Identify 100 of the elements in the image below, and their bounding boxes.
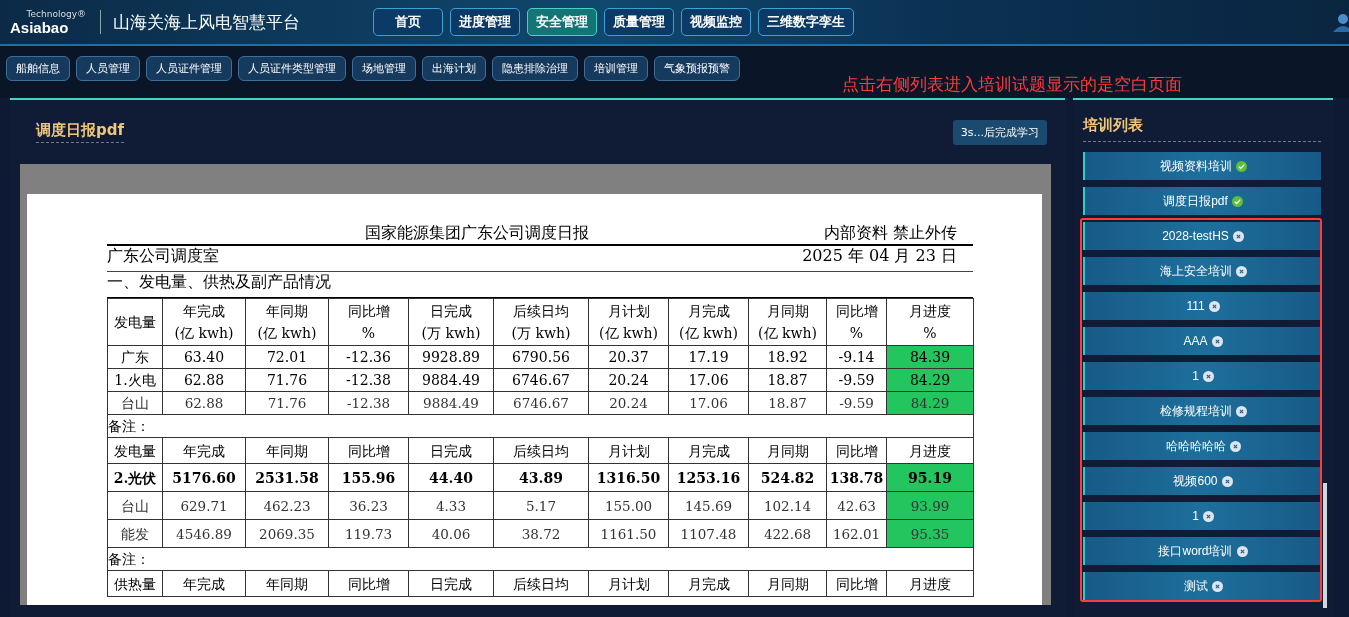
table-cell: 20.24 [588, 368, 669, 392]
table-cell: 629.71 [162, 491, 246, 520]
table-header-cell: 年完成 (亿 kwh) [162, 298, 246, 346]
training-item[interactable]: 接口word培训 [1083, 537, 1321, 565]
table-header-cell: 年完成 [162, 570, 246, 597]
table-cell: -9.59 [826, 391, 887, 415]
training-item[interactable]: 调度日报pdf [1083, 187, 1321, 215]
table-cell: 138.78 [826, 463, 887, 492]
table-cell: 1161.50 [588, 519, 669, 548]
table-cell: -9.14 [826, 345, 887, 369]
table-header-cell: 日完成 [408, 570, 494, 597]
table-header-cell: 发电量 [107, 298, 163, 346]
table-header-cell: 月同期 [748, 570, 827, 597]
table-header-cell: 同比增 % [328, 298, 409, 346]
subnav-tab[interactable]: 场地管理 [352, 56, 416, 81]
table-header-cell: 月完成 [668, 437, 749, 464]
section-heading: 一、发电量、供热及副产品情况 [107, 272, 331, 291]
training-item[interactable]: AAA [1083, 327, 1321, 355]
table-header-cell: 月同期 [748, 437, 827, 464]
training-item[interactable]: 视频600 [1083, 467, 1321, 495]
table-cell: 17.06 [668, 391, 749, 415]
training-item[interactable]: 1 [1083, 362, 1321, 390]
table-cell: 18.92 [748, 345, 827, 369]
table-cell: 5176.60 [162, 463, 246, 492]
table-cell: 6746.67 [493, 391, 589, 415]
nav-tab[interactable]: 质量管理 [604, 8, 674, 36]
nav-tab[interactable]: 进度管理 [450, 8, 520, 36]
table-cell: 18.87 [748, 391, 827, 415]
table-cell: 1316.50 [588, 463, 669, 492]
table-cell: 62.88 [162, 391, 246, 415]
table-cell: 95.35 [886, 519, 974, 548]
note-cell: 备注： [107, 547, 974, 571]
timer-button[interactable]: 3s...后完成学习 [952, 119, 1047, 145]
table-cell: 462.23 [245, 491, 329, 520]
note-cell: 备注： [107, 414, 974, 438]
scrollbar-thumb[interactable] [1323, 483, 1327, 608]
document-title: 国家能源集团广东公司调度日报 [365, 223, 589, 244]
table-cell: 9928.89 [408, 345, 494, 369]
subnav-tab[interactable]: 气象预报预警 [654, 56, 740, 81]
table-cell: 18.87 [748, 368, 827, 392]
training-item[interactable]: 111 [1083, 292, 1321, 320]
subnav-tab[interactable]: 船舶信息 [6, 56, 70, 81]
table-cell: 162.01 [826, 519, 887, 548]
table-cell: -12.38 [328, 368, 409, 392]
training-item[interactable]: 2028-testHS [1083, 222, 1321, 250]
table-cell: 42.63 [826, 491, 887, 520]
table-cell: 62.88 [162, 368, 246, 392]
table-cell: 44.40 [408, 463, 494, 492]
training-item[interactable]: 哈哈哈哈哈 [1083, 432, 1321, 460]
table-cell: 6746.67 [493, 368, 589, 392]
subnav-tab[interactable]: 隐患排除治理 [492, 56, 578, 81]
training-item[interactable]: 测试 [1083, 572, 1321, 600]
table-header-cell: 同比增 [826, 570, 887, 597]
training-item[interactable]: 海上安全培训 [1083, 257, 1321, 285]
training-item[interactable]: 视频资料培训 [1083, 152, 1321, 180]
table-cell: 17.19 [668, 345, 749, 369]
subnav-tab[interactable]: 出海计划 [422, 56, 486, 81]
table-cell: 5.17 [493, 491, 589, 520]
table-cell: 71.76 [245, 391, 329, 415]
table-header-cell: 日完成 [408, 437, 494, 464]
table-cell: 155.96 [328, 463, 409, 492]
table-cell: 93.99 [886, 491, 974, 520]
nav-tab[interactable]: 首页 [373, 8, 443, 36]
table-cell: 2069.35 [245, 519, 329, 548]
nav-tab[interactable]: 三维数字孪生 [758, 8, 854, 36]
table-header-cell: 后续日均 [493, 570, 589, 597]
subnav-tab[interactable]: 人员证件管理 [146, 56, 232, 81]
table-cell: 17.06 [668, 368, 749, 392]
table-header-cell: 月同期 (亿 kwh) [748, 298, 827, 346]
panel-title: 调度日报pdf [36, 121, 124, 143]
training-item[interactable]: 检修规程培训 [1083, 397, 1321, 425]
table-header-cell: 月进度 [886, 570, 974, 597]
table-cell: 4546.89 [162, 519, 246, 548]
nav-tab[interactable]: 视频监控 [681, 8, 751, 36]
subnav-tab[interactable]: 人员证件类型管理 [238, 56, 346, 81]
table-header-cell: 月进度 [886, 437, 974, 464]
table-cell: 1107.48 [668, 519, 749, 548]
table-header-cell: 年同期 (亿 kwh) [245, 298, 329, 346]
subnav-tab[interactable]: 培训管理 [584, 56, 648, 81]
table-header-cell: 月计划 (亿 kwh) [588, 298, 669, 346]
table-cell: 422.68 [748, 519, 827, 548]
table-cell: -9.59 [826, 368, 887, 392]
table-cell: 71.76 [245, 368, 329, 392]
table-cell: 145.69 [668, 491, 749, 520]
table-cell: 20.24 [588, 391, 669, 415]
table-cell: 63.40 [162, 345, 246, 369]
training-item[interactable]: 1 [1083, 502, 1321, 530]
table-cell: 2531.58 [245, 463, 329, 492]
subnav-tab[interactable]: 人员管理 [76, 56, 140, 81]
table-cell: 524.82 [748, 463, 827, 492]
nav-tab[interactable]: 安全管理 [527, 8, 597, 36]
table-cell: 40.06 [408, 519, 494, 548]
table-cell: 43.89 [493, 463, 589, 492]
table-header-cell: 日完成 (万 kwh) [408, 298, 494, 346]
table-cell: 6790.56 [493, 345, 589, 369]
table-header-cell: 后续日均 [493, 437, 589, 464]
table-header-cell: 月计划 [588, 437, 669, 464]
table-header-cell: 月进度 % [886, 298, 974, 346]
table-cell: 119.73 [328, 519, 409, 548]
table-header-cell: 年同期 [245, 437, 329, 464]
